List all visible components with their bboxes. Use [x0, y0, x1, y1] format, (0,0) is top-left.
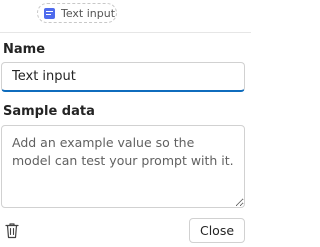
name-label: Name: [3, 42, 46, 57]
close-button[interactable]: Close: [189, 218, 245, 243]
name-input[interactable]: [1, 62, 245, 92]
divider: [0, 32, 251, 33]
sample-data-label: Sample data: [3, 104, 95, 119]
sample-data-textarea[interactable]: [1, 125, 245, 208]
top-strip: Text input: [0, 0, 251, 32]
trash-icon: [5, 222, 19, 238]
chip-label: Text input: [61, 6, 116, 20]
text-input-chip[interactable]: Text input: [37, 3, 117, 23]
input-settings-panel: Text input Name Sample data Close: [0, 0, 251, 247]
delete-button[interactable]: [1, 219, 23, 241]
text-input-icon: [44, 7, 55, 19]
